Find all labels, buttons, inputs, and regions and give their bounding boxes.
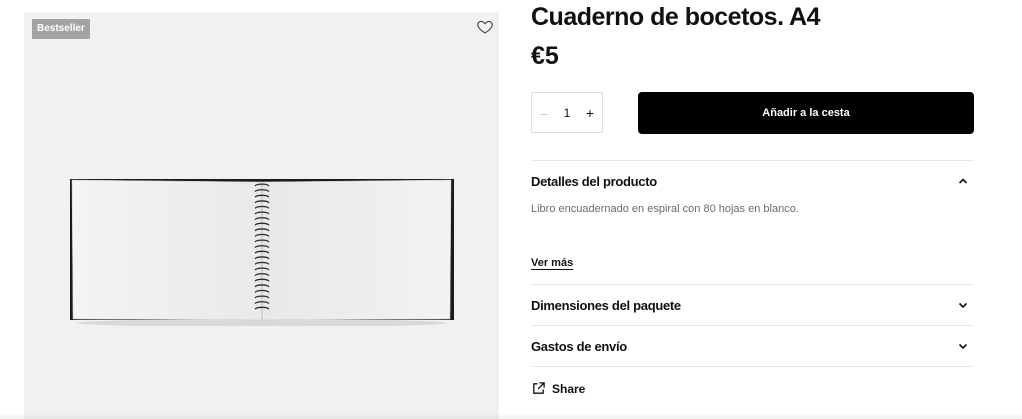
divider xyxy=(531,366,974,367)
product-description: Libro encuadernado en espiral con 80 hoj… xyxy=(531,203,799,215)
quantity-stepper: – + xyxy=(531,92,603,133)
decrease-quantity-button[interactable]: – xyxy=(536,106,552,120)
accordion-title: Gastos de envío xyxy=(531,338,627,354)
accordion-package-dimensions[interactable]: Dimensiones del paquete xyxy=(531,295,974,315)
chevron-up-icon xyxy=(958,178,968,184)
chevron-down-icon xyxy=(958,302,968,309)
product-image-gallery[interactable]: Bestseller xyxy=(24,12,499,419)
product-price: €5 xyxy=(531,42,559,70)
external-link-icon xyxy=(533,382,545,394)
accordion-product-details[interactable]: Detalles del producto xyxy=(531,171,974,191)
chevron-down-icon xyxy=(958,343,968,350)
divider xyxy=(531,325,974,326)
heart-icon[interactable] xyxy=(476,18,494,36)
accordion-title: Detalles del producto xyxy=(531,173,657,189)
accordion-shipping-costs[interactable]: Gastos de envío xyxy=(531,336,974,356)
notebook-image xyxy=(70,179,454,326)
quantity-input[interactable] xyxy=(555,105,579,120)
increase-quantity-button[interactable]: + xyxy=(582,106,598,120)
product-title: Cuaderno de bocetos. A4 xyxy=(531,3,821,31)
share-button[interactable]: Share xyxy=(531,381,585,396)
accordion-title: Dimensiones del paquete xyxy=(531,297,681,313)
bestseller-badge: Bestseller xyxy=(32,19,90,39)
page-fold-shadow xyxy=(0,413,1022,419)
divider xyxy=(531,284,974,285)
see-more-link[interactable]: Ver más xyxy=(531,257,573,269)
divider xyxy=(531,160,974,161)
add-to-cart-button[interactable]: Añadir a la cesta xyxy=(638,92,974,134)
share-label: Share xyxy=(552,381,586,396)
